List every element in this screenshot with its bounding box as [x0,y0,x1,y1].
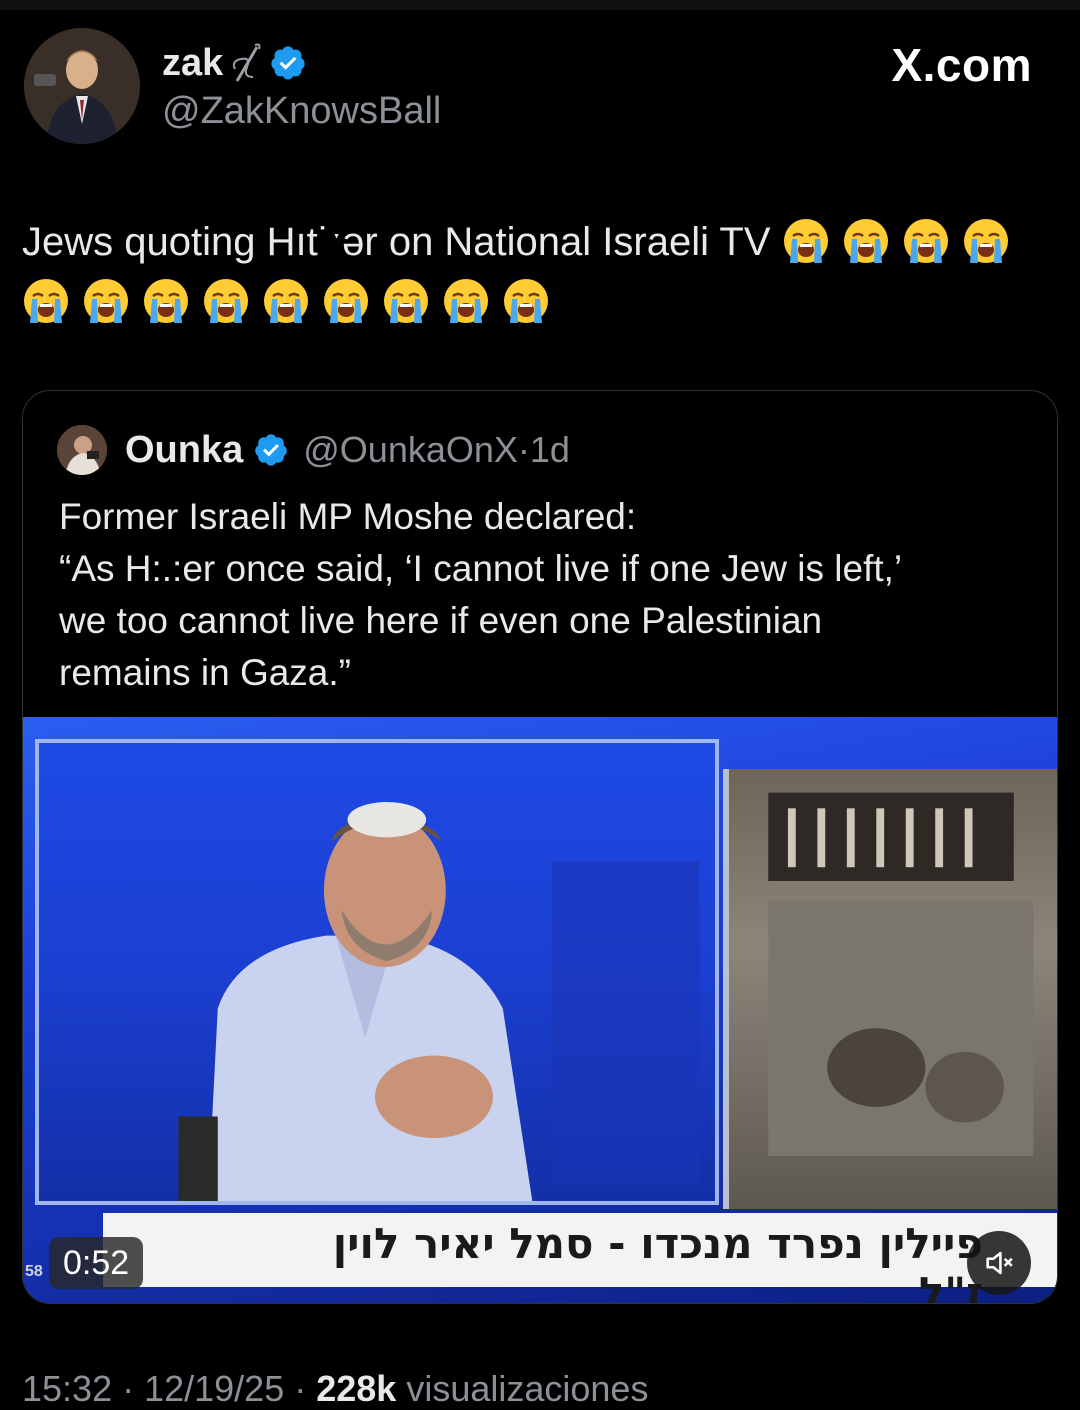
quoted-avatar[interactable] [57,425,107,475]
tweet-text-body: Jews quoting Hıt˙ˑər on National Israeli… [22,220,771,264]
verified-badge-icon [271,46,305,80]
video-player[interactable]: פיילין נפרד מנכדו - סמל יאיר לוין ז"ל 58… [23,717,1057,1303]
video-frame-left-panel [35,739,719,1205]
author-display-name[interactable]: zak [162,42,223,85]
loudly-crying-face-icon [84,279,128,323]
quoted-separator: · [517,429,530,470]
loudly-crying-face-icon [843,219,888,263]
video-duration-badge: 0:52 [49,1237,144,1289]
author-name-row: zak [162,40,307,86]
needle-thread-icon [233,43,261,82]
loudly-crying-face-icon [783,219,828,263]
quoted-tweet-card[interactable]: Ounka @OunkaOnX·1d Former Israeli MP Mos… [22,390,1058,1304]
man-in-studio-image [178,801,700,1201]
loudly-crying-face-icon [903,219,948,263]
loudly-crying-face-icon [384,279,428,323]
video-corner-number: 58 [25,1263,43,1280]
quoted-text: Former Israeli MP Moshe declared: “As H:… [59,496,903,693]
author-handle[interactable]: @ZakKnowsBall [162,90,441,133]
video-chyron-text: פיילין נפרד מנכדו - סמל יאיר לוין ז"ל [332,1219,983,1303]
post-meta: 15:32 · 12/19/25 · 228k visualizaciones [22,1368,648,1410]
quoted-handle[interactable]: @OunkaOnX·1d [303,429,570,471]
mute-toggle-button[interactable] [967,1231,1031,1295]
loudly-crying-face-icon [264,279,308,323]
quoted-age[interactable]: 1d [530,429,570,470]
brand-watermark: X.com [891,39,1032,91]
tweet-text: Jews quoting Hıt˙ˑər on National Israeli… [22,212,1062,332]
loudly-crying-face-icon [144,279,188,323]
quoted-header: Ounka @OunkaOnX·1d [57,425,570,475]
quoted-display-name[interactable]: Ounka [125,429,243,472]
quoted-handle-text[interactable]: @OunkaOnX [303,429,518,470]
mosaic-photo-image [768,792,1034,1156]
speaker-muted-icon [986,1251,1013,1275]
loudly-crying-face-icon [24,279,68,323]
status-bar-strip [0,0,1080,10]
loudly-crying-face-icon [504,279,548,323]
loudly-crying-face-icon [963,219,1008,263]
loudly-crying-face-icon [204,279,248,323]
video-frame-right-panel [723,769,1057,1209]
loudly-crying-face-icon [324,279,368,323]
author-avatar[interactable] [24,28,140,144]
quoted-verified-badge-icon [255,434,288,466]
loudly-crying-face-icon [444,279,488,323]
